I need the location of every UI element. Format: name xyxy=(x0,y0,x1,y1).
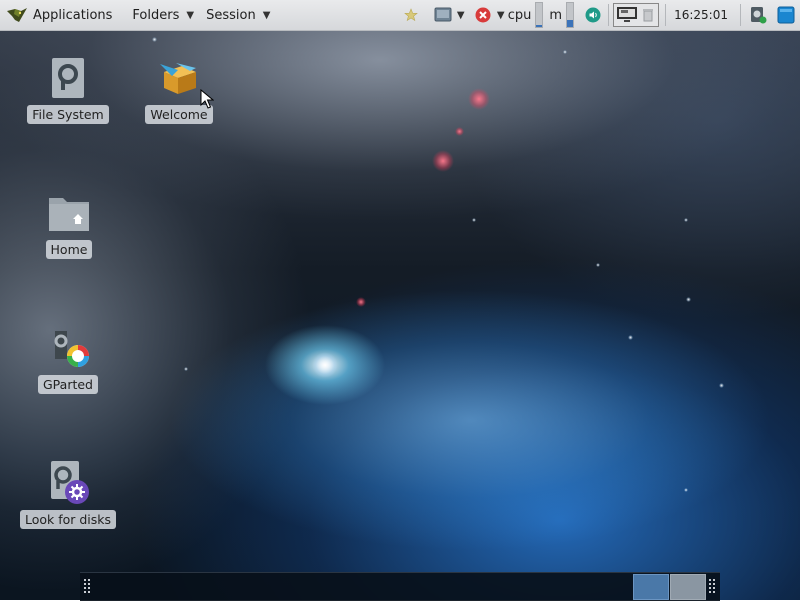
workspace-1[interactable] xyxy=(633,574,669,600)
monitor-icon xyxy=(617,7,638,22)
panel-handle-left[interactable] xyxy=(84,579,92,595)
applications-menu[interactable]: Applications xyxy=(0,0,118,30)
desktop-wallpaper xyxy=(0,0,800,600)
wallpaper-star xyxy=(468,88,490,110)
wallpaper-star xyxy=(152,37,157,42)
welcome-box-icon xyxy=(156,55,202,101)
volume-icon[interactable] xyxy=(584,6,602,24)
wallpaper-star xyxy=(596,263,600,267)
bottom-panel xyxy=(80,572,720,601)
wallpaper-star xyxy=(356,297,366,307)
wallpaper-star xyxy=(455,127,464,136)
wallpaper-star xyxy=(719,383,724,388)
workspace-2[interactable] xyxy=(670,574,706,600)
gparted-icon xyxy=(45,325,91,371)
desktop-icon-label: File System xyxy=(27,105,109,124)
desktop-icon-home[interactable]: Home xyxy=(19,190,119,259)
wallpaper-star xyxy=(432,150,454,172)
tray-star-icon[interactable] xyxy=(402,6,420,24)
wallpaper-star xyxy=(684,218,688,222)
session-menu[interactable]: Session ▼ xyxy=(200,0,276,30)
mem-meter[interactable] xyxy=(566,2,575,28)
wallpaper-star xyxy=(628,335,633,340)
system-tray: ▼ ▼ cpu m 16:25:01 xyxy=(398,0,800,30)
close-circle-icon[interactable] xyxy=(474,6,492,24)
panel-handle-right[interactable] xyxy=(709,579,717,595)
disk-status-icon[interactable] xyxy=(749,6,767,24)
wallpaper-star xyxy=(684,488,688,492)
window-list-thumbnail[interactable] xyxy=(613,3,660,27)
wallpaper-star xyxy=(472,218,476,222)
desktop-icon-gparted[interactable]: GParted xyxy=(18,325,118,394)
desktop-icon-file-system[interactable]: File System xyxy=(18,55,118,124)
desktop-icon-label: Look for disks xyxy=(19,510,117,529)
app-menu-logo-icon xyxy=(7,8,27,22)
desktop-icon-label: GParted xyxy=(38,375,98,394)
wallpaper-star xyxy=(184,367,188,371)
folders-menu-label: Folders xyxy=(132,7,180,23)
wallpaper-star xyxy=(686,297,691,302)
applications-menu-label: Applications xyxy=(33,7,113,23)
tray-separator xyxy=(740,4,741,26)
folders-menu[interactable]: Folders ▼ xyxy=(126,0,200,30)
cpu-meter[interactable] xyxy=(535,2,544,28)
network-icon[interactable] xyxy=(434,6,452,24)
trash-icon xyxy=(643,9,654,22)
desktop-icon-look-for-disks[interactable]: Look for disks xyxy=(18,460,118,529)
home-folder-icon xyxy=(46,190,92,236)
chevron-down-icon[interactable]: ▼ xyxy=(496,6,506,24)
top-panel: Applications Folders ▼ Session ▼ ▼ ▼ cpu… xyxy=(0,0,800,31)
drive-icon xyxy=(45,55,91,101)
desktop-icon-label: Home xyxy=(45,240,93,259)
wallpaper-star xyxy=(312,352,338,378)
show-desktop-icon[interactable] xyxy=(777,6,795,24)
desktop-icon-welcome[interactable]: Welcome xyxy=(129,55,229,124)
mouse-pointer-icon xyxy=(200,89,214,109)
clock[interactable]: 16:25:01 xyxy=(674,8,728,22)
cpu-label: cpu xyxy=(507,7,532,23)
mem-label: m xyxy=(549,7,563,23)
tray-separator xyxy=(608,4,610,26)
chevron-down-icon: ▼ xyxy=(186,9,195,21)
disk-search-icon xyxy=(45,460,91,506)
wallpaper-star xyxy=(563,50,567,54)
session-menu-label: Session xyxy=(206,7,256,23)
chevron-down-icon: ▼ xyxy=(262,9,271,21)
tray-separator xyxy=(665,4,667,26)
chevron-down-icon[interactable]: ▼ xyxy=(456,6,466,24)
